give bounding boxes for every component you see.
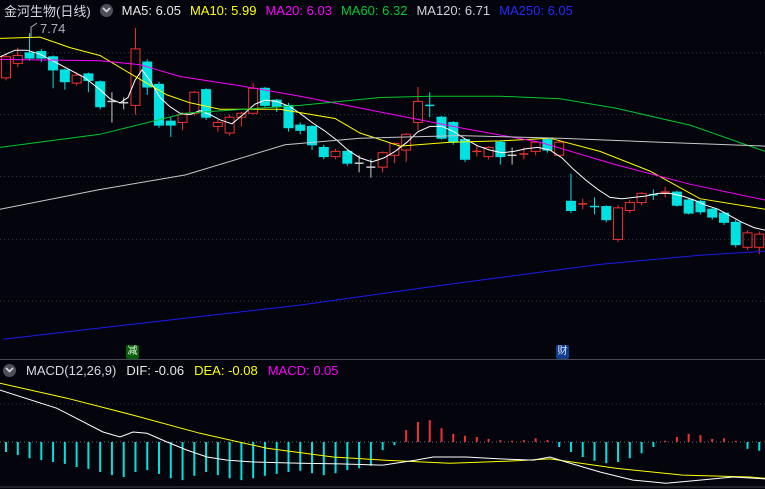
- chevron-down-icon[interactable]: [99, 3, 113, 17]
- ma5-label: MA5: 6.05: [121, 2, 181, 18]
- event-badge-reduce[interactable]: 减: [126, 345, 139, 359]
- macd-chart-pane[interactable]: [0, 380, 765, 489]
- ma60-label: MA60: 6.32: [340, 2, 408, 18]
- ma10-label: MA10: 5.99: [189, 2, 257, 18]
- stock-chart-window: 金河生物(日线) MA5: 6.05 MA10: 5.99 MA20: 6.03…: [0, 0, 765, 489]
- price-chart-pane[interactable]: [0, 20, 765, 355]
- ma120-label: MA120: 6.71: [416, 2, 491, 18]
- price-chart-canvas[interactable]: [0, 20, 765, 355]
- price-high-marker: 7.74: [40, 21, 66, 36]
- pane-divider: [0, 359, 765, 360]
- event-badge-finance[interactable]: 财: [556, 345, 569, 359]
- macd-title: MACD(12,26,9): [26, 362, 117, 378]
- macd-header: MACD(12,26,9) DIF: -0.06 DEA: -0.08 MACD…: [0, 361, 765, 379]
- dea-value-label: DEA: -0.08: [194, 362, 258, 378]
- dif-value-label: DIF: -0.06: [126, 362, 185, 378]
- stock-title: 金河生物(日线): [4, 3, 91, 19]
- main-chart-header: 金河生物(日线) MA5: 6.05 MA10: 5.99 MA20: 6.03…: [0, 0, 765, 20]
- macd-value-label: MACD: 0.05: [267, 362, 339, 378]
- chevron-down-icon[interactable]: [3, 363, 16, 377]
- ma20-label: MA20: 6.03: [265, 2, 332, 18]
- macd-chart-canvas[interactable]: [0, 380, 765, 489]
- ma250-label: MA250: 6.05: [499, 2, 573, 18]
